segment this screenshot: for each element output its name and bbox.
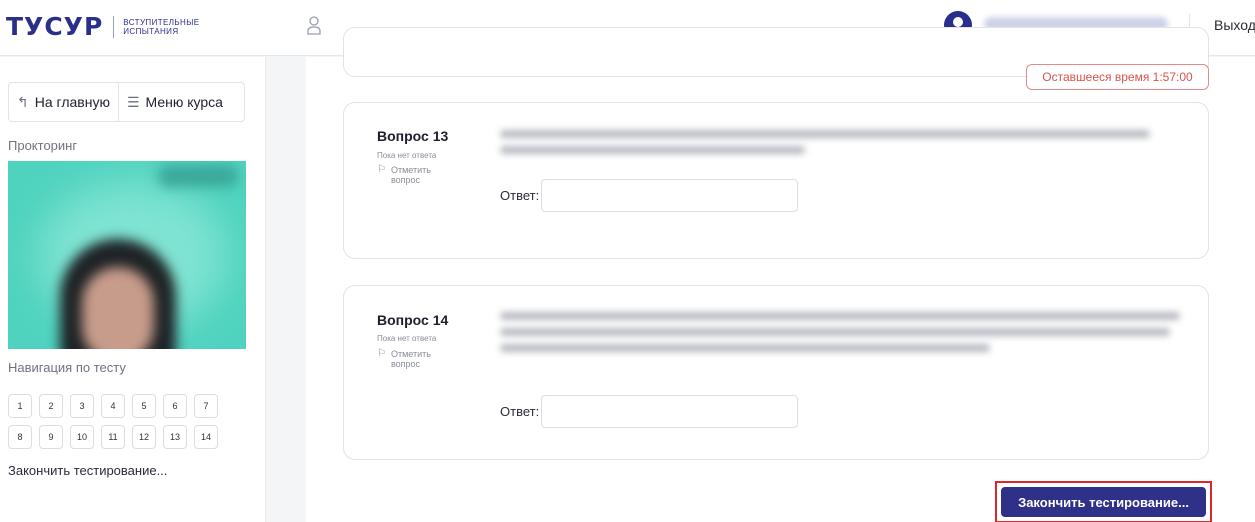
question-card-13: Вопрос 13 Пока нет ответа ⚐ Отметить воп…: [343, 102, 1209, 259]
sidebar: ↰ На главную ☰ Меню курса Прокторинг Нав…: [0, 57, 266, 522]
question-navigation-grid: 1 2 3 4 5 6 7 8 9 10 11 12 13 14: [8, 394, 228, 456]
course-menu-button-label: Меню курса: [145, 94, 223, 110]
question-card-14: Вопрос 14 Пока нет ответа ⚐ Отметить воп…: [343, 285, 1209, 460]
logo-subtitle-line2: ИСПЫТАНИЯ: [123, 26, 179, 36]
question-nav-4[interactable]: 4: [101, 394, 125, 418]
course-menu-button[interactable]: ☰ Меню курса: [117, 83, 231, 121]
logo-subtitle-line1: ВСТУПИТЕЛЬНЫЕ: [123, 17, 200, 27]
finish-button-highlight: Закончить тестирование...: [995, 481, 1212, 522]
flag-icon: ⚐: [377, 348, 386, 359]
answer-label: Ответ:: [500, 188, 540, 203]
question-nav-12[interactable]: 12: [132, 425, 156, 449]
blurred-text-line: [500, 130, 1150, 138]
question-text-blurred: [500, 130, 1150, 162]
main-content: Оставшееся время 1:57:00 Вопрос 13 Пока …: [306, 27, 1255, 522]
question-status: Пока нет ответа: [377, 334, 437, 343]
logo-separator: [113, 15, 115, 38]
back-arrow-icon: ↰: [17, 93, 29, 110]
user-icon[interactable]: [307, 16, 321, 36]
question-nav-9[interactable]: 9: [39, 425, 63, 449]
avatar-head-shape: [953, 17, 963, 27]
sidebar-finish-test-link[interactable]: Закончить тестирование...: [8, 463, 167, 478]
proctoring-label: Прокторинг: [8, 138, 78, 153]
home-button[interactable]: ↰ На главную: [9, 83, 118, 121]
menu-icon: ☰: [126, 93, 140, 110]
sidebar-nav-buttons: ↰ На главную ☰ Меню курса: [8, 82, 245, 122]
blurred-text-line: [500, 312, 1180, 320]
question-text-blurred: [500, 312, 1180, 360]
question-title: Вопрос 14: [377, 312, 449, 328]
finish-test-button[interactable]: Закончить тестирование...: [1001, 487, 1206, 517]
blurred-text-line: [500, 146, 805, 154]
question-nav-1[interactable]: 1: [8, 394, 32, 418]
flag-question-label: Отметить вопрос: [390, 349, 431, 369]
flag-question-label: Отметить вопрос: [390, 165, 431, 185]
question-nav-10[interactable]: 10: [70, 425, 94, 449]
camera-background-shape: [158, 165, 238, 187]
flag-question-button[interactable]: ⚐ Отметить вопрос: [377, 164, 441, 186]
logo-subtitle: ВСТУПИТЕЛЬНЫЕ ИСПЫТАНИЯ: [123, 18, 199, 36]
question-nav-2[interactable]: 2: [39, 394, 63, 418]
question-nav-11[interactable]: 11: [101, 425, 125, 449]
question-nav-row-2: 8 9 10 11 12 13 14: [8, 425, 228, 449]
question-nav-3[interactable]: 3: [70, 394, 94, 418]
home-button-label: На главную: [34, 94, 110, 110]
answer-input-13[interactable]: [541, 179, 798, 212]
flag-question-button[interactable]: ⚐ Отметить вопрос: [377, 348, 441, 370]
logo-text: ТУСУР: [6, 12, 104, 41]
proctoring-camera-view: [8, 161, 246, 349]
logout-link[interactable]: Выход: [1214, 17, 1255, 33]
answer-input-14[interactable]: [541, 395, 798, 428]
question-nav-13[interactable]: 13: [163, 425, 187, 449]
question-nav-8[interactable]: 8: [8, 425, 32, 449]
question-title: Вопрос 13: [377, 128, 449, 144]
answer-label: Ответ:: [500, 404, 540, 419]
flag-icon: ⚐: [377, 164, 386, 175]
blurred-text-line: [500, 328, 1170, 336]
question-nav-14[interactable]: 14: [194, 425, 218, 449]
blurred-text-line: [500, 344, 990, 352]
question-nav-7[interactable]: 7: [194, 394, 218, 418]
question-nav-6[interactable]: 6: [163, 394, 187, 418]
remaining-time-badge: Оставшееся время 1:57:00: [1026, 64, 1209, 90]
question-nav-row-1: 1 2 3 4 5 6 7: [8, 394, 228, 418]
question-nav-5[interactable]: 5: [132, 394, 156, 418]
tusur-logo[interactable]: ТУСУР ВСТУПИТЕЛЬНЫЕ ИСПЫТАНИЯ: [6, 12, 199, 41]
test-navigation-label: Навигация по тесту: [8, 360, 126, 375]
question-status: Пока нет ответа: [377, 151, 437, 160]
camera-person-face: [82, 267, 154, 349]
